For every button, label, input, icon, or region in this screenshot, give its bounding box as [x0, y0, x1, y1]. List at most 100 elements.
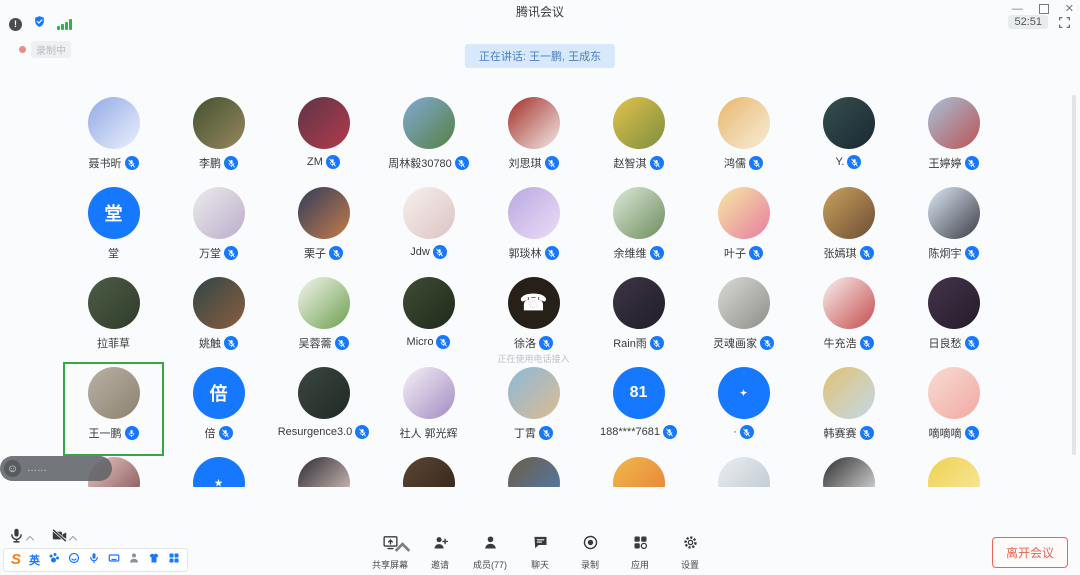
avatar — [508, 367, 560, 419]
participant-tile[interactable]: 吴蓉薷 — [271, 275, 376, 365]
scrollbar[interactable] — [1072, 95, 1076, 455]
toolbar-record-button[interactable]: 录制 — [568, 534, 612, 571]
participant-name: 赵智淇 — [614, 155, 664, 171]
participant-tile[interactable]: 周林毅30780 — [376, 95, 481, 185]
toolbar-chat-button[interactable]: 聊天 — [518, 534, 562, 571]
ime-grid-icon[interactable] — [168, 551, 180, 569]
avatar — [718, 277, 770, 329]
mic-muted-icon — [219, 426, 233, 440]
participant-tile[interactable]: 赵智淇 — [586, 95, 691, 185]
avatar — [613, 187, 665, 239]
ime-emoji-icon[interactable] — [68, 551, 80, 569]
participant-tile[interactable]: 聂书昕 — [61, 95, 166, 185]
record-icon — [582, 534, 599, 556]
participant-tile[interactable]: Y. — [796, 95, 901, 185]
chat-avatar-icon: ☺ — [4, 460, 21, 477]
participant-tile[interactable]: 倍倍 — [166, 365, 271, 455]
participant-tile[interactable]: ✦· — [691, 365, 796, 455]
minimize-button[interactable]: — — [1012, 2, 1023, 16]
participant-tile[interactable]: Resurgence3.0 — [271, 365, 376, 455]
participant-tile[interactable]: 拉菲草 — [61, 275, 166, 365]
participant-tile[interactable]: 刘思琪 — [481, 95, 586, 185]
toolbar-label: 设置 — [681, 558, 699, 571]
participant-tile[interactable]: 李鹏 — [166, 95, 271, 185]
mic-muted-icon — [326, 155, 340, 169]
participant-tile[interactable]: 王一鹏 — [61, 365, 166, 455]
participant-tile[interactable]: 姚触 — [166, 275, 271, 365]
avatar — [193, 187, 245, 239]
participant-tile[interactable]: 万堂 — [166, 185, 271, 275]
participant-tile[interactable]: 社人 郭光辉 — [376, 365, 481, 455]
toolbar-members-button[interactable]: 成员(77) — [468, 534, 512, 571]
microphone-button[interactable] — [8, 527, 33, 549]
participant-tile[interactable]: 郭琰林 — [481, 185, 586, 275]
participant-tile-partial[interactable] — [586, 455, 691, 487]
participant-tile[interactable]: 栗子 — [271, 185, 376, 275]
ime-logo-icon[interactable]: S — [11, 553, 21, 567]
participant-tile-partial[interactable] — [796, 455, 901, 487]
participant-name: 栗子 — [304, 245, 343, 261]
ime-skin-icon[interactable] — [148, 551, 160, 569]
participant-tile-partial[interactable] — [481, 455, 586, 487]
participant-tile[interactable]: Rain雨 — [586, 275, 691, 365]
chat-icon — [532, 534, 549, 556]
avatar — [298, 187, 350, 239]
participant-tile-partial[interactable] — [271, 455, 376, 487]
ime-language-mode[interactable]: 英 — [29, 552, 40, 568]
avatar — [718, 187, 770, 239]
participant-tile[interactable]: ☎徐洛正在使用电话接入 — [481, 275, 586, 365]
participant-tile-partial[interactable]: ★ — [166, 455, 271, 487]
meeting-info-icon[interactable]: ! — [9, 18, 22, 31]
ime-paw-icon[interactable] — [48, 551, 60, 569]
avatar — [403, 457, 455, 487]
participant-tile[interactable]: 叶子 — [691, 185, 796, 275]
participant-tile[interactable]: 余维维 — [586, 185, 691, 275]
participant-tile[interactable]: ZM — [271, 95, 376, 185]
toolbar-apps-button[interactable]: 应用 — [618, 534, 662, 571]
fullscreen-icon[interactable] — [1058, 16, 1071, 29]
maximize-button[interactable] — [1039, 4, 1049, 14]
participant-name: Resurgence3.0 — [278, 425, 370, 439]
camera-off-button[interactable] — [51, 527, 76, 549]
participant-tile[interactable]: 81188****7681 — [586, 365, 691, 455]
participant-tile[interactable]: 牛充浩 — [796, 275, 901, 365]
participant-tile[interactable]: 丁霄 — [481, 365, 586, 455]
avatar — [403, 97, 455, 149]
leave-meeting-button[interactable]: 离开会议 — [992, 537, 1068, 568]
participant-tile[interactable]: 张嫣琪 — [796, 185, 901, 275]
participant-tile-partial[interactable] — [376, 455, 481, 487]
toolbar-share-screen-button[interactable]: 共享屏幕 — [368, 534, 412, 571]
toolbar-settings-button[interactable]: 设置 — [668, 534, 712, 571]
ime-mic-icon[interactable] — [88, 551, 100, 569]
mic-options-caret[interactable] — [26, 536, 34, 544]
participant-name: Micro — [407, 335, 451, 349]
title-bar: 腾讯会议 — ✕ — [0, 0, 1080, 26]
close-button[interactable]: ✕ — [1065, 2, 1074, 16]
participant-tile[interactable]: 堂堂 — [61, 185, 166, 275]
participant-tile[interactable]: 嘀嘀嘀 — [901, 365, 1006, 455]
share-options-caret[interactable] — [394, 539, 411, 561]
mic-muted-icon — [539, 336, 553, 350]
security-shield-icon[interactable] — [33, 15, 46, 33]
toolbar-invite-button[interactable]: 邀请 — [418, 534, 462, 571]
ime-person-icon[interactable] — [128, 551, 140, 569]
ime-keyboard-icon[interactable] — [108, 551, 120, 569]
participant-tile[interactable]: Jdw — [376, 185, 481, 275]
camera-options-caret[interactable] — [69, 536, 77, 544]
participant-tile[interactable]: 日良愁 — [901, 275, 1006, 365]
participant-tile[interactable]: 灵魂画家 — [691, 275, 796, 365]
participant-tile[interactable]: 王婷婷 — [901, 95, 1006, 185]
network-signal-icon[interactable] — [57, 19, 72, 30]
chat-message-overlay[interactable]: ☺ …… — [0, 456, 112, 481]
participant-tile-partial[interactable] — [691, 455, 796, 487]
ime-toolbar[interactable]: S 英 — [3, 548, 188, 572]
participant-name: 张嫣琪 — [824, 245, 874, 261]
participant-tile[interactable]: Micro — [376, 275, 481, 365]
participant-tile[interactable]: 鸿儒 — [691, 95, 796, 185]
participant-tile[interactable]: 韩赛赛 — [796, 365, 901, 455]
participant-name: 牛充浩 — [824, 335, 874, 351]
participant-tile-partial[interactable] — [901, 455, 1006, 487]
participant-tile[interactable]: 陈炯宇 — [901, 185, 1006, 275]
participant-name: 叶子 — [724, 245, 763, 261]
invite-icon — [432, 534, 449, 556]
